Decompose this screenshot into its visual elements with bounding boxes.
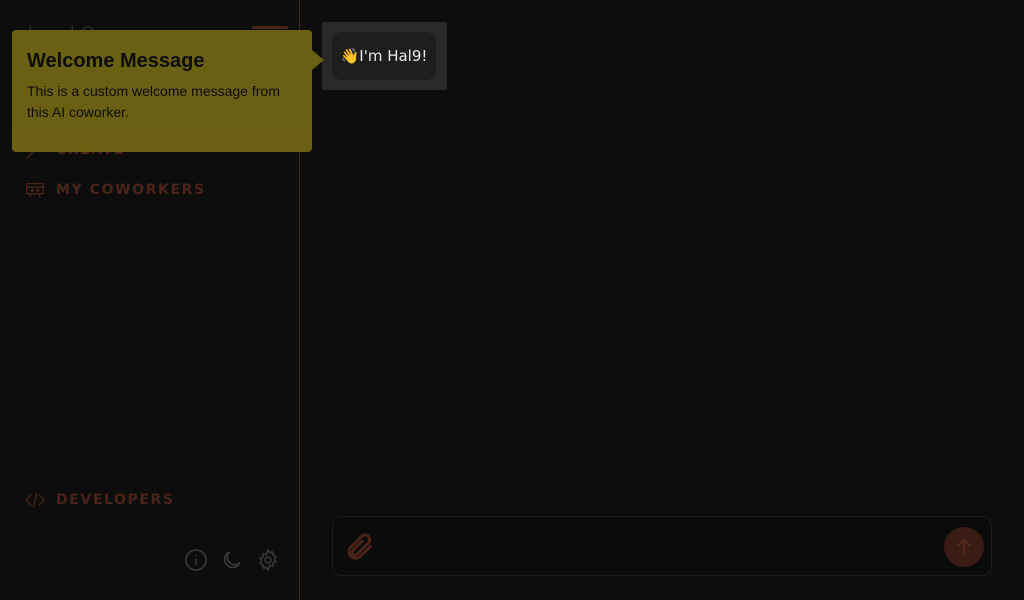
tooltip-title: Welcome Message (27, 50, 205, 72)
dark-mode-toggle[interactable] (220, 548, 244, 572)
greeting-highlight: 👋 I'm Hal9! (322, 22, 447, 90)
robot-icon (26, 182, 44, 198)
attach-button[interactable] (343, 531, 375, 563)
paperclip-icon (347, 533, 373, 560)
gear-icon (259, 548, 277, 572)
settings-button[interactable] (256, 548, 280, 572)
code-icon (24, 492, 46, 508)
greeting-text: I'm Hal9! (359, 47, 428, 65)
nav-my-coworkers[interactable]: MY COWORKERS (24, 179, 206, 201)
greeting-message: 👋 I'm Hal9! (332, 32, 436, 80)
welcome-tooltip[interactable]: Welcome Message This is a custom welcome… (12, 30, 324, 152)
message-input[interactable] (389, 527, 929, 567)
nav-developers-label: DEVELOPERS (56, 492, 175, 508)
nav-my-coworkers-label: MY COWORKERS (56, 182, 206, 198)
moon-icon (223, 551, 241, 569)
message-composer (332, 516, 992, 576)
menu-line (252, 26, 288, 29)
nav-developers[interactable]: DEVELOPERS (24, 489, 175, 511)
tooltip-body: This is a custom welcome message from th… (27, 83, 280, 120)
send-button[interactable] (944, 527, 984, 567)
sidebar-footer (184, 548, 280, 572)
info-icon (185, 549, 207, 571)
info-button[interactable] (184, 548, 208, 572)
wave-emoji: 👋 (340, 47, 360, 65)
arrow-up-icon (956, 538, 972, 555)
